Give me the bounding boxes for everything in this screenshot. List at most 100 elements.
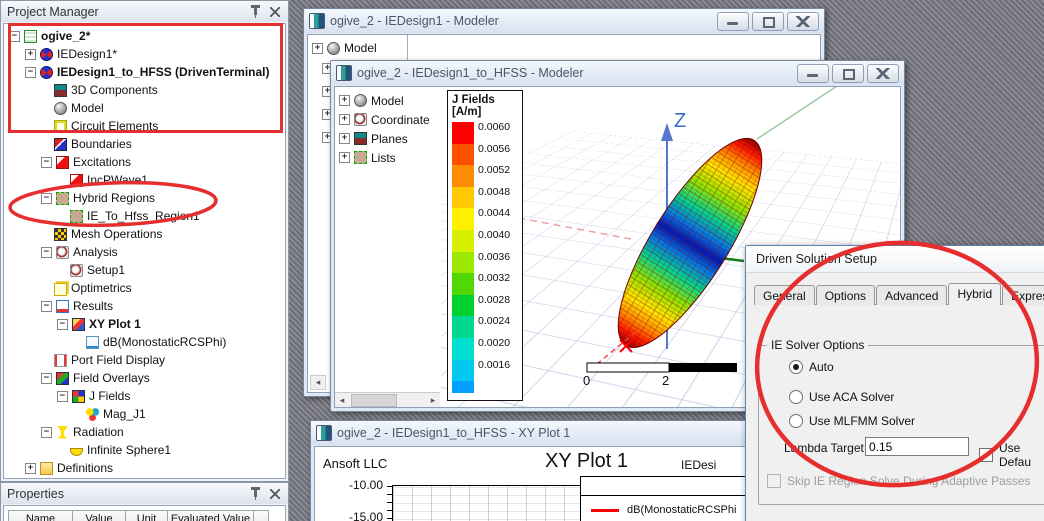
- tree-item-label[interactable]: Mesh Operations: [71, 227, 162, 241]
- tree-item-label[interactable]: Definitions: [57, 461, 113, 475]
- tree-item-boundaries[interactable]: Boundaries: [4, 135, 285, 153]
- tree-item-ie-to-hfss-region1[interactable]: IE_To_Hfss_Region1: [4, 207, 285, 225]
- tree-item-label[interactable]: Results: [73, 299, 113, 313]
- tab-advanced[interactable]: Advanced: [876, 285, 947, 305]
- tree-item-label[interactable]: Model: [344, 41, 377, 55]
- expander-plus-icon[interactable]: +: [25, 49, 36, 60]
- radio-row-auto[interactable]: Auto: [789, 360, 834, 374]
- tree-item-label[interactable]: Infinite Sphere1: [87, 443, 171, 457]
- radio-use-mlfmm-solver[interactable]: [789, 414, 803, 428]
- expander-minus-icon[interactable]: −: [57, 391, 68, 402]
- lambda-target-input[interactable]: [865, 437, 969, 456]
- tree-item-lists[interactable]: +Lists: [339, 148, 444, 167]
- tree-item-model[interactable]: + Model: [312, 39, 407, 57]
- scrollbar-thumb[interactable]: [351, 394, 397, 407]
- properties-column-name[interactable]: Name: [8, 510, 73, 521]
- tree-item-results[interactable]: −Results: [4, 297, 285, 315]
- tree-item-hybrid-regions[interactable]: − Hybrid Regions: [4, 189, 285, 207]
- tree-item-label[interactable]: J Fields: [89, 389, 130, 403]
- properties-column-extra[interactable]: [254, 510, 269, 521]
- tree-item-field-overlays[interactable]: − Field Overlays: [4, 369, 285, 387]
- close-button[interactable]: [867, 64, 899, 83]
- use-default-checkbox[interactable]: [979, 448, 993, 462]
- expander-minus-icon[interactable]: −: [41, 157, 52, 168]
- tree-item-mag-j1[interactable]: Mag_J1: [4, 405, 285, 423]
- tree-item-label[interactable]: Model: [71, 101, 104, 115]
- tree-item-setup1[interactable]: Setup1: [4, 261, 285, 279]
- tree-item-label[interactable]: 3D Components: [71, 83, 158, 97]
- tree-item-infinite-sphere1[interactable]: Infinite Sphere1: [4, 441, 285, 459]
- tree-item-label[interactable]: IEDesign1_to_HFSS (DrivenTerminal): [57, 65, 270, 79]
- scroll-left-arrow[interactable]: ◂: [310, 375, 326, 390]
- tree-item-label[interactable]: Hybrid Regions: [73, 191, 155, 205]
- expander-plus-icon[interactable]: +: [312, 43, 323, 54]
- tree-item-model[interactable]: + Model: [339, 91, 444, 110]
- tree-item-excitations[interactable]: − Excitations: [4, 153, 285, 171]
- tab-hybrid[interactable]: Hybrid: [948, 283, 1001, 305]
- modeler-back-titlebar[interactable]: ogive_2 - IEDesign1 - Modeler: [304, 9, 824, 33]
- tree-item-label[interactable]: Setup1: [87, 263, 125, 277]
- tab-options[interactable]: Options: [816, 285, 875, 305]
- modeler-front-titlebar[interactable]: ogive_2 - IEDesign1_to_HFSS - Modeler: [331, 61, 904, 85]
- radio-use-aca-solver[interactable]: [789, 390, 803, 404]
- tree-horizontal-scrollbar[interactable]: ◂ ▸: [335, 392, 440, 407]
- tree-item-label[interactable]: Field Overlays: [73, 371, 150, 385]
- tree-item-label[interactable]: dB(MonostaticRCSPhi): [103, 335, 226, 349]
- tree-item-radiation[interactable]: − Radiation: [4, 423, 285, 441]
- expander-minus-icon[interactable]: −: [41, 373, 52, 384]
- tree-item-port-field-display[interactable]: Port Field Display: [4, 351, 285, 369]
- tree-item-definitions[interactable]: + Definitions: [4, 459, 285, 477]
- tree-item-mesh-operations[interactable]: Mesh Operations: [4, 225, 285, 243]
- tree-item-label[interactable]: IE_To_Hfss_Region1: [87, 209, 200, 223]
- tree-item-planes[interactable]: +Planes: [339, 129, 444, 148]
- tree-item-optimetrics[interactable]: Optimetrics: [4, 279, 285, 297]
- tree-item-iedesign1-to-hfss-driventerminal[interactable]: −IEDesign1_to_HFSS (DrivenTerminal): [4, 63, 285, 81]
- restore-button[interactable]: [832, 64, 864, 83]
- tree-item-db-monostaticrcsphi[interactable]: dB(MonostaticRCSPhi): [4, 333, 285, 351]
- tree-item-label[interactable]: ogive_2*: [41, 29, 90, 43]
- expander-minus-icon[interactable]: −: [9, 31, 20, 42]
- tree-item-circuit-elements[interactable]: Circuit Elements: [4, 117, 285, 135]
- properties-column-evaluated-value[interactable]: Evaluated Value: [168, 510, 254, 521]
- minimize-button[interactable]: [717, 12, 749, 31]
- tree-item-label[interactable]: Lists: [371, 151, 396, 165]
- pin-icon[interactable]: [248, 487, 262, 501]
- expander-plus-icon[interactable]: +: [339, 133, 350, 144]
- tree-item-label[interactable]: Mag_J1: [103, 407, 146, 421]
- tree-item-iedesign1[interactable]: + IEDesign1*: [4, 45, 285, 63]
- tree-item-label[interactable]: Circuit Elements: [71, 119, 158, 133]
- expander-plus-icon[interactable]: +: [339, 95, 350, 106]
- expander-plus-icon[interactable]: +: [339, 114, 350, 125]
- tab-general[interactable]: General: [754, 285, 815, 305]
- pin-icon[interactable]: [248, 5, 262, 19]
- expander-minus-icon[interactable]: −: [41, 427, 52, 438]
- close-icon[interactable]: [268, 5, 282, 19]
- tree-item-label[interactable]: Boundaries: [71, 137, 132, 151]
- tree-item-label[interactable]: Excitations: [73, 155, 131, 169]
- tree-item-label[interactable]: Optimetrics: [71, 281, 132, 295]
- properties-column-unit[interactable]: Unit: [126, 510, 168, 521]
- restore-button[interactable]: [752, 12, 784, 31]
- use-default-checkbox-row[interactable]: Use Defau: [979, 441, 1044, 469]
- tree-item-label[interactable]: Analysis: [73, 245, 118, 259]
- dialog-titlebar[interactable]: Driven Solution Setup: [746, 246, 1044, 273]
- radio-row-use-aca-solver[interactable]: Use ACA Solver: [789, 390, 894, 404]
- radio-row-use-mlfmm-solver[interactable]: Use MLFMM Solver: [789, 414, 915, 428]
- tree-item-label[interactable]: Coordinate: [371, 113, 430, 127]
- scroll-left-arrow[interactable]: ◂: [335, 394, 349, 407]
- radio-auto[interactable]: [789, 360, 803, 374]
- tree-item-label[interactable]: Port Field Display: [71, 353, 165, 367]
- expander-minus-icon[interactable]: −: [57, 319, 68, 330]
- tree-item-model[interactable]: Model: [4, 99, 285, 117]
- tree-item-label[interactable]: Radiation: [73, 425, 124, 439]
- close-icon[interactable]: [268, 487, 282, 501]
- tree-item-incpwave1[interactable]: IncPWave1: [4, 171, 285, 189]
- tree-item-label[interactable]: XY Plot 1: [89, 317, 141, 331]
- tree-item-3d-components[interactable]: 3D Components: [4, 81, 285, 99]
- tree-item-label[interactable]: Model: [371, 94, 404, 108]
- tree-item-analysis[interactable]: −Analysis: [4, 243, 285, 261]
- scroll-right-arrow[interactable]: ▸: [426, 394, 440, 407]
- tree-item-label[interactable]: IEDesign1*: [57, 47, 117, 61]
- expander-plus-icon[interactable]: +: [25, 463, 36, 474]
- expander-minus-icon[interactable]: −: [41, 193, 52, 204]
